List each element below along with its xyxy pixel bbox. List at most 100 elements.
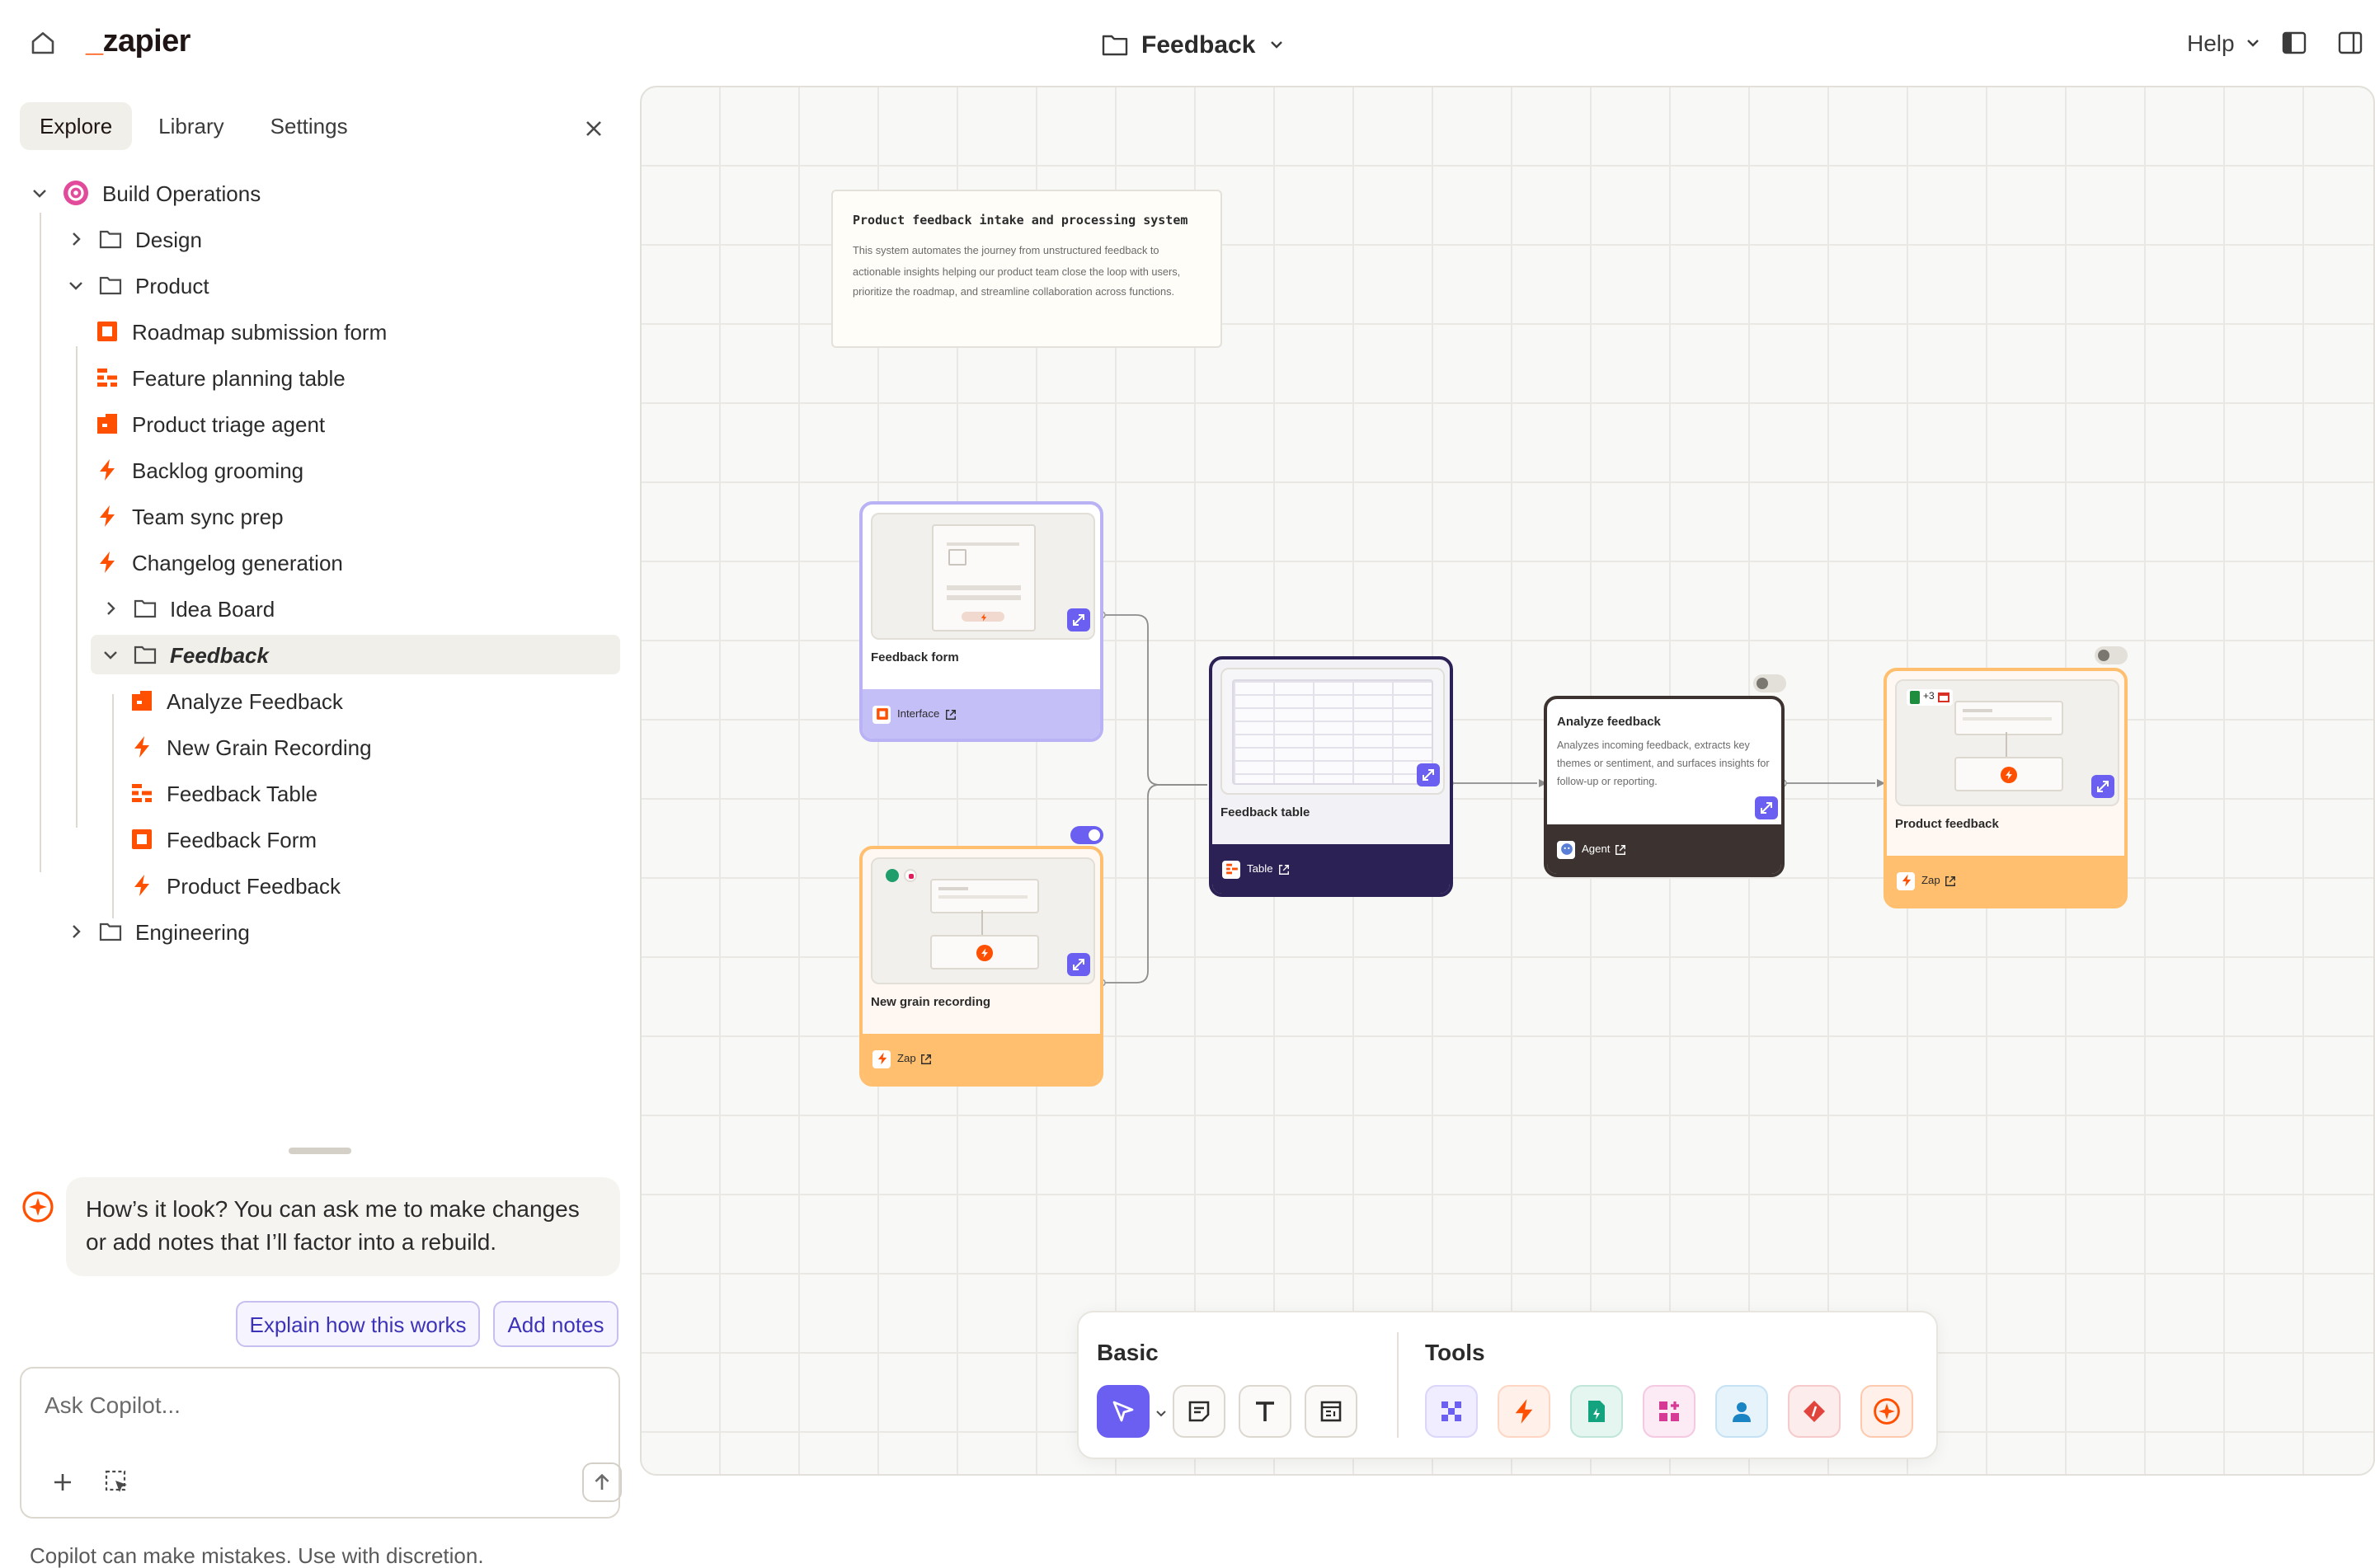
expand-button[interactable]: [2091, 775, 2114, 798]
tree-item-feedback-form[interactable]: Feedback Form: [130, 819, 620, 859]
expand-button[interactable]: [1755, 796, 1778, 819]
chevron-right-icon: [73, 925, 81, 938]
node-title: Feedback form: [871, 650, 959, 664]
agent-tool-button[interactable]: [1715, 1385, 1768, 1438]
home-icon[interactable]: [30, 30, 56, 56]
toggle-right-panel-icon[interactable]: [2337, 30, 2363, 56]
external-link-icon[interactable]: [1945, 875, 1957, 886]
external-link-icon[interactable]: [921, 1053, 933, 1064]
expand-icon: [1761, 802, 1772, 814]
zap-bolt-icon: [100, 505, 115, 527]
node-type-label: Table: [1247, 863, 1273, 875]
agent-icon: [97, 414, 117, 434]
expand-button[interactable]: [1067, 608, 1090, 631]
chevron-right-icon: [107, 602, 115, 615]
tree-item-feedback-table[interactable]: Feedback Table: [130, 773, 620, 813]
send-button[interactable]: [582, 1462, 622, 1502]
expand-button[interactable]: [1067, 953, 1090, 976]
slack-app-icon: [904, 869, 917, 882]
node-feedback-form[interactable]: Feedback form Interface: [859, 501, 1103, 742]
tree-item-changelog-generation[interactable]: Changelog generation: [96, 542, 620, 582]
ask-copilot-input[interactable]: [41, 1385, 592, 1425]
interfaces-tool-button[interactable]: [1643, 1385, 1695, 1438]
tree-item-team-sync-prep[interactable]: Team sync prep: [96, 496, 620, 536]
node-new-grain-recording[interactable]: New grain recording Zap: [859, 846, 1103, 1087]
form-line: [947, 595, 1021, 600]
help-menu[interactable]: Help: [2187, 30, 2261, 56]
toggle-knob: [1089, 829, 1100, 841]
node-type-label: Zap: [897, 1053, 916, 1064]
tree-guide: [40, 213, 41, 872]
tab-settings[interactable]: Settings: [251, 102, 368, 150]
add-notes-button[interactable]: Add notes: [493, 1301, 618, 1347]
external-link-icon[interactable]: [1278, 863, 1290, 875]
node-preview: +3: [1895, 679, 2119, 806]
node-product-feedback[interactable]: +3 Product feedback Zap: [1884, 668, 2128, 908]
folder-icon: [99, 276, 122, 295]
external-link-icon[interactable]: [944, 708, 956, 720]
frame-tool-button[interactable]: [1305, 1385, 1357, 1438]
tools-section-label: Tools: [1425, 1339, 1485, 1365]
tree-item-product-triage-agent[interactable]: Product triage agent: [96, 404, 620, 444]
node-feedback-table[interactable]: Feedback table Table: [1209, 656, 1453, 897]
toggle-left-panel-icon[interactable]: [2281, 30, 2307, 56]
plus-icon[interactable]: [51, 1471, 74, 1494]
sticky-note-tool-button[interactable]: [1173, 1385, 1225, 1438]
app-icons-group: +3: [1907, 689, 1953, 706]
folder-icon: [1102, 35, 1128, 56]
webhook-tool-button[interactable]: [1788, 1385, 1841, 1438]
tree-item-analyze-feedback[interactable]: Analyze Feedback: [130, 681, 620, 721]
chevron-down-icon[interactable]: [1155, 1406, 1168, 1420]
tree-item-feature-planning-table[interactable]: Feature planning table: [96, 358, 620, 397]
tree-item-design[interactable]: Design: [66, 219, 620, 259]
zapier-tool-button[interactable]: [1425, 1385, 1478, 1438]
explain-how-this-works-button[interactable]: Explain how this works: [236, 1301, 480, 1347]
tree-guide: [112, 694, 114, 918]
tree-item-idea-board[interactable]: Idea Board: [101, 589, 620, 628]
node-enabled-toggle[interactable]: [2095, 646, 2128, 664]
copilot-tool-button[interactable]: [1860, 1385, 1913, 1438]
logo-underscore: _: [86, 25, 103, 59]
node-analyze-feedback[interactable]: Analyze feedback Analyzes incoming feedb…: [1544, 696, 1785, 877]
chevron-down-icon: [69, 282, 82, 290]
zap-bolt-icon: [980, 613, 986, 621]
select-element-icon[interactable]: [104, 1469, 130, 1495]
tree-item-backlog-grooming[interactable]: Backlog grooming: [96, 450, 620, 490]
zap-tool-button[interactable]: [1498, 1385, 1550, 1438]
interface-icon: [132, 829, 152, 849]
table-icon: [1222, 860, 1240, 878]
connector-line: [1102, 784, 1207, 984]
node-enabled-toggle[interactable]: [1753, 674, 1786, 692]
tree-item-label: Feedback Form: [167, 827, 317, 852]
sticky-note[interactable]: Product feedback intake and processing s…: [831, 190, 1222, 348]
page-title-menu[interactable]: Feedback: [1102, 28, 1285, 61]
zapier-logo[interactable]: _zapier: [86, 25, 190, 61]
chevron-down-icon: [2246, 40, 2259, 47]
tree-item-new-grain-recording[interactable]: New Grain Recording: [130, 727, 620, 767]
node-footer: Table: [1212, 844, 1450, 894]
canvas[interactable]: Product feedback intake and processing s…: [640, 86, 2375, 1476]
tree-item-build-operations[interactable]: Build Operations: [30, 173, 620, 213]
tree-item-roadmap-submission-form[interactable]: Roadmap submission form: [96, 312, 620, 351]
select-tool-button[interactable]: [1097, 1385, 1150, 1438]
expand-icon: [1073, 959, 1084, 970]
tree-item-product-feedback[interactable]: Product Feedback: [130, 866, 620, 905]
external-link-icon[interactable]: [1615, 843, 1626, 855]
close-icon[interactable]: [584, 119, 604, 138]
expand-button[interactable]: [1417, 763, 1440, 786]
connector-line: [1102, 614, 1207, 786]
tree-item-product[interactable]: Product: [66, 265, 620, 305]
tab-explore[interactable]: Explore: [20, 102, 133, 150]
node-enabled-toggle[interactable]: [1070, 826, 1103, 844]
tree-item-label: Feedback: [170, 642, 269, 667]
tab-library[interactable]: Library: [139, 102, 244, 150]
logo-text: zapier: [102, 25, 191, 59]
panel-resize-handle[interactable]: [289, 1148, 351, 1154]
form-tool-button[interactable]: [1570, 1385, 1623, 1438]
toggle-knob: [2098, 650, 2109, 661]
sheets-app-icon: [1910, 691, 1920, 704]
chevron-down-icon: [33, 190, 46, 198]
tree-item-engineering[interactable]: Engineering: [66, 912, 620, 951]
tree-item-feedback[interactable]: Feedback: [91, 635, 620, 674]
text-tool-button[interactable]: [1239, 1385, 1291, 1438]
